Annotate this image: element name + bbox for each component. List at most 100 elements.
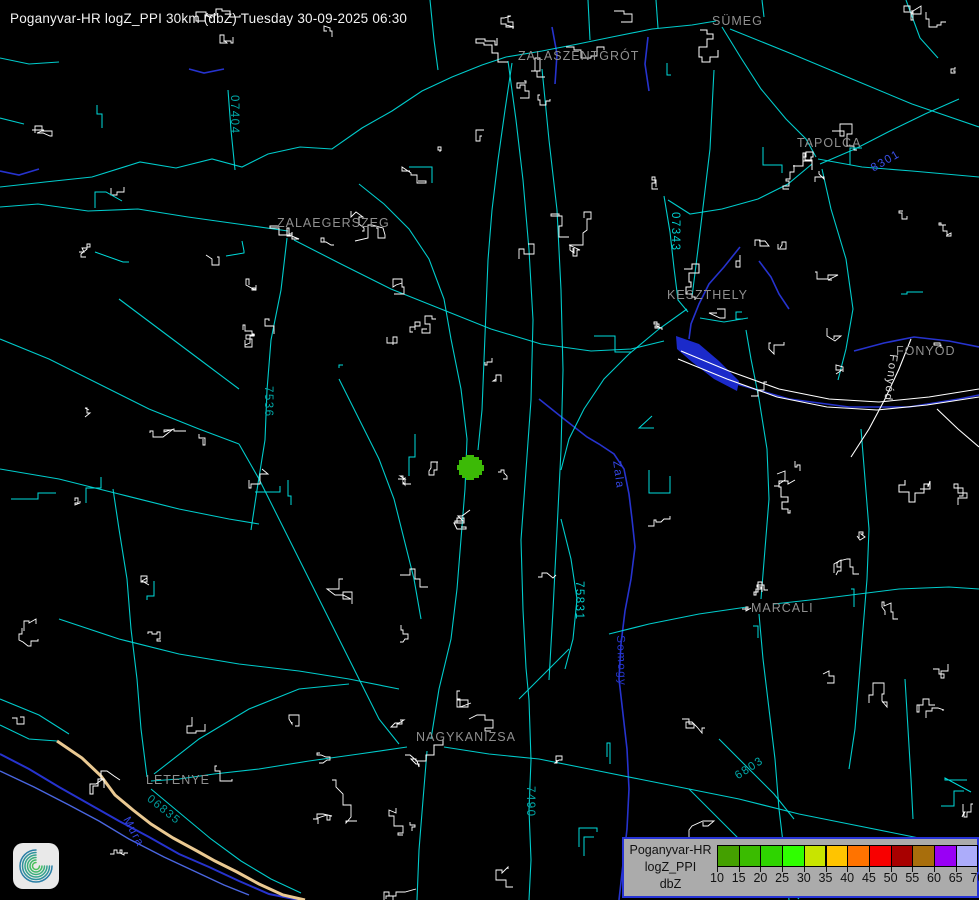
village-outline [493, 375, 501, 382]
map-river-line [539, 399, 635, 900]
map-shore-road [851, 339, 911, 457]
village-outline [141, 576, 149, 585]
legend-tick-label: 10 [710, 871, 724, 885]
town-outline [793, 152, 813, 170]
village-outline [199, 434, 205, 445]
village-outline [410, 822, 415, 831]
map-road-line [656, 0, 658, 28]
village-outline [538, 573, 556, 578]
village-outline [150, 429, 186, 437]
map-road-line [820, 99, 959, 164]
village-outline [769, 342, 784, 354]
map-road-line [664, 196, 688, 312]
map-road-line [359, 184, 467, 739]
village-outline [857, 532, 865, 540]
village-outline [355, 225, 385, 241]
map-road-branch [649, 470, 670, 493]
map-road-branch [255, 486, 280, 492]
village-outline [111, 187, 124, 195]
map-road-line [849, 429, 869, 769]
map-road-branch [667, 63, 671, 75]
village-outline [648, 516, 670, 526]
map-road-branch [584, 837, 594, 856]
map-river-line [552, 27, 557, 84]
village-outline [934, 343, 941, 348]
map-road-line [0, 58, 59, 64]
village-outline [962, 804, 973, 817]
legend-panel: Poganyvar-HR logZ_PPI dbZ 10152025303540… [622, 837, 979, 898]
village-outline [429, 462, 438, 475]
map-road-line [588, 0, 590, 40]
map-river-line [645, 37, 649, 91]
map-road-line [339, 379, 421, 619]
map-road-line [609, 607, 747, 634]
map-road-line [818, 159, 979, 177]
map-road-branch [226, 241, 244, 256]
legend-tick-label: 55 [905, 871, 919, 885]
legend-color-cell [847, 845, 870, 867]
radar-map-canvas [0, 0, 979, 900]
village-outline [709, 309, 725, 318]
map-road-line [0, 339, 239, 444]
town-outline [405, 739, 443, 767]
village-outline [778, 242, 786, 249]
legend-color-cell [891, 845, 914, 867]
map-road-branch [339, 365, 343, 368]
village-outline [410, 322, 420, 332]
legend-color-cell [912, 845, 935, 867]
map-road-line [0, 469, 259, 524]
map-road-line [668, 164, 812, 214]
village-outline [654, 322, 662, 330]
village-outline [614, 11, 632, 22]
legend-tick-label: 50 [884, 871, 898, 885]
village-outline [187, 717, 205, 733]
legend-product-name: logZ_PPI [624, 859, 717, 876]
town-outline [270, 226, 299, 239]
village-outline [736, 255, 740, 267]
map-river-line [0, 169, 39, 175]
village-outline [834, 560, 841, 575]
map-road-line [151, 789, 301, 893]
village-outline [438, 147, 441, 152]
village-outline [332, 780, 357, 823]
legend-tick-label: 65 [949, 871, 963, 885]
village-outline [933, 664, 948, 678]
village-outline [926, 708, 944, 718]
map-road-line [444, 747, 949, 844]
village-outline [32, 126, 52, 136]
map-road-line [151, 747, 407, 781]
village-outline [538, 95, 550, 105]
map-road-branch [86, 477, 101, 503]
town-outline [699, 30, 718, 62]
radar-echo-blob [457, 455, 484, 480]
map-road-line [906, 0, 938, 58]
village-outline [682, 719, 705, 733]
legend-color-cell [869, 845, 892, 867]
map-road-line [506, 21, 716, 57]
map-road-branch [11, 493, 56, 499]
village-outline [755, 240, 769, 246]
village-outline [774, 471, 785, 486]
legend-color-cell [826, 845, 849, 867]
map-road-branch [97, 105, 102, 128]
radar-screen: ZALASZENTGRÓTSÜMEGTAPOLCAZALAEGERSZEGKES… [0, 0, 979, 900]
village-outline [926, 12, 946, 27]
village-outline [652, 177, 658, 189]
village-outline [517, 81, 529, 98]
village-outline [206, 255, 219, 265]
map-road-branch [753, 626, 758, 638]
legend-tick-label: 45 [862, 871, 876, 885]
village-outline [815, 272, 838, 280]
map-river-line [759, 261, 789, 309]
town-outline [684, 264, 699, 300]
map-road-line [154, 684, 349, 774]
village-outline [422, 316, 436, 333]
map-road-line [0, 204, 288, 231]
town-outline [899, 480, 930, 502]
village-outline [551, 214, 569, 237]
map-road-line [822, 169, 853, 380]
map-road-line [774, 587, 979, 604]
legend-title-block: Poganyvar-HR logZ_PPI dbZ [624, 842, 717, 893]
village-outline [827, 328, 841, 341]
legend-tick-label: 60 [927, 871, 941, 885]
